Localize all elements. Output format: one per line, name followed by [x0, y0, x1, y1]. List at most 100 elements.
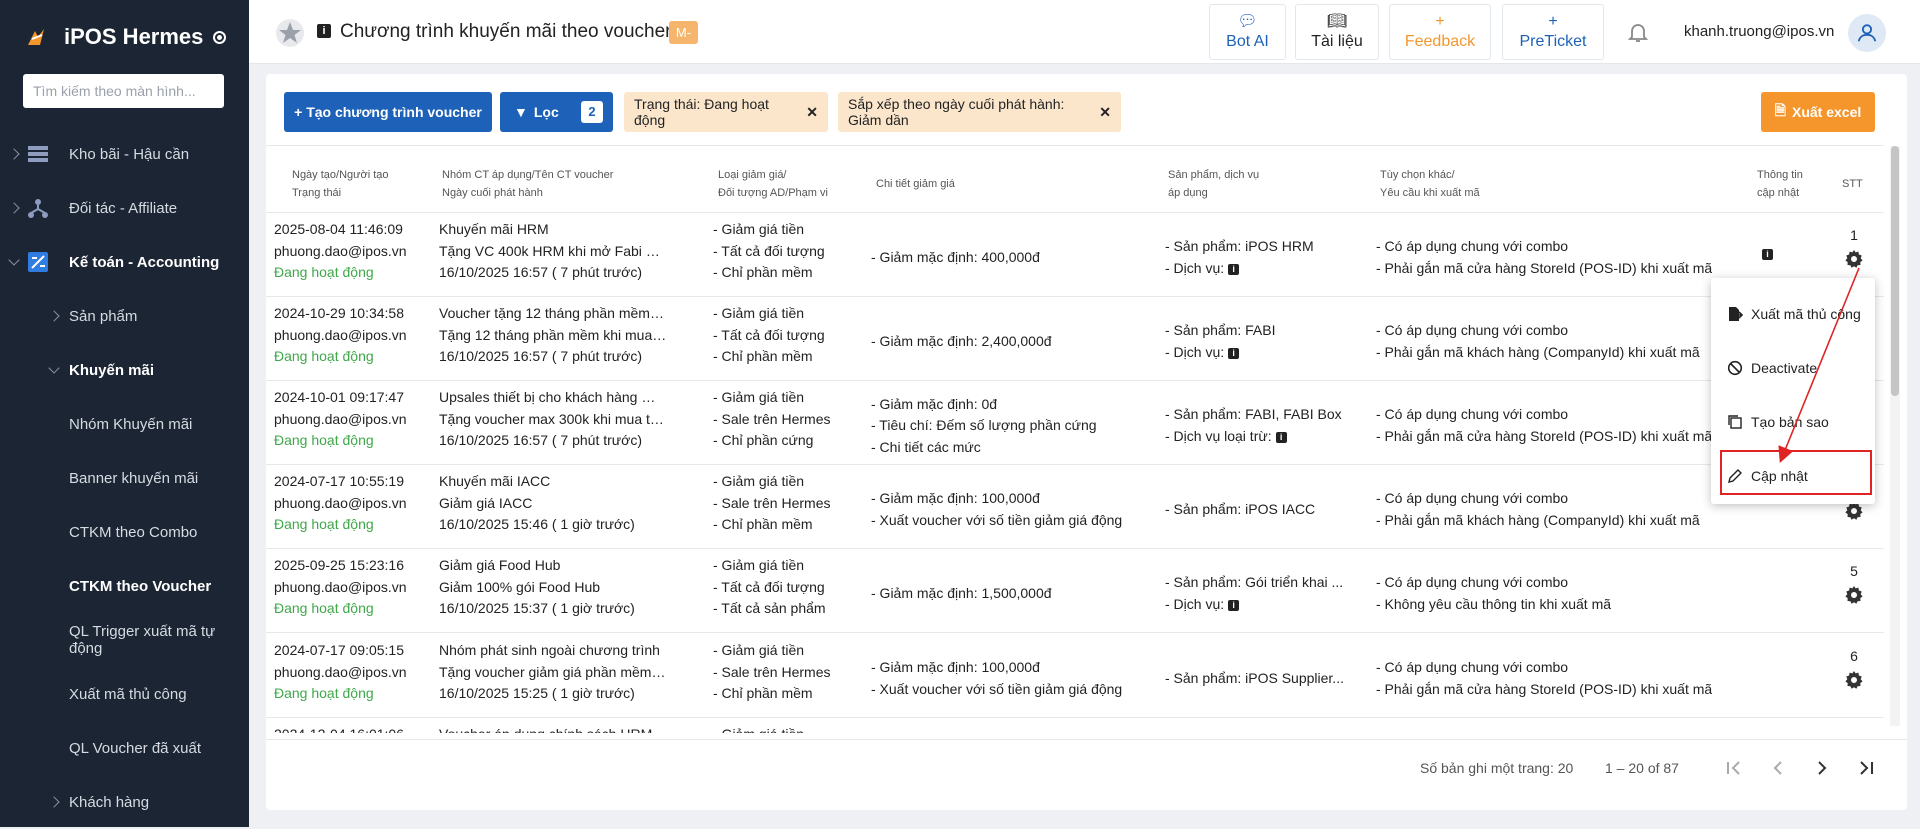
cell-line: - Chỉ phần mềm: [713, 348, 813, 364]
sidebar-item-ql-voucher[interactable]: QL Voucher đã xuất: [0, 721, 249, 775]
avatar[interactable]: [1848, 14, 1886, 52]
info-icon[interactable]: i: [317, 24, 331, 38]
status-text: Đang hoạt động: [274, 685, 374, 701]
gear-icon[interactable]: [1844, 585, 1864, 605]
gear-icon[interactable]: [1844, 670, 1864, 690]
info-icon[interactable]: i: [1228, 263, 1240, 275]
gear-icon[interactable]: [1844, 249, 1864, 269]
menu-item-export-code[interactable]: Xuất mã thủ công: [1711, 292, 1875, 336]
close-icon[interactable]: ✕: [806, 104, 818, 121]
menu-item-duplicate[interactable]: Tạo bản sao: [1711, 400, 1875, 444]
export-excel-button[interactable]: 🗎︎ Xuất excel: [1761, 92, 1875, 132]
menu-item-deactivate[interactable]: Deactivate: [1711, 346, 1875, 390]
sidebar-item-khach-hang[interactable]: Khách hàng: [0, 775, 249, 829]
bell-icon[interactable]: [1626, 20, 1650, 44]
sidebar-item-label: QL Trigger xuất mã tự động: [69, 623, 216, 657]
create-voucher-button[interactable]: + Tạo chương trình voucher: [284, 92, 492, 132]
export-excel-label: Xuất excel: [1792, 104, 1862, 120]
filter-chip-sort[interactable]: Sắp xếp theo ngày cuối phát hành: Giảm d…: [838, 92, 1121, 132]
topbar: i Chương trình khuyến mãi theo voucher M…: [249, 0, 1920, 64]
cell-line: - Phải gắn mã cửa hàng StoreId (POS-ID) …: [1376, 680, 1713, 697]
rows-per-page[interactable]: Số bản ghi một trang: 20: [1420, 760, 1573, 776]
cell-line: 16/10/2025 15:46 ( 1 giờ trước): [439, 516, 635, 532]
filter-icon: ▼: [514, 104, 528, 120]
storage-icon: [28, 146, 48, 162]
cell-line: - Chỉ phần cứng: [713, 432, 814, 448]
sidebar-item-ctkm-combo[interactable]: CTKM theo Combo: [0, 505, 249, 559]
pagination: Số bản ghi một trang: 20 1 – 20 of 87: [266, 739, 1907, 789]
cell-line: - Có áp dụng chung với combo: [1376, 659, 1569, 676]
sidebar-item-ke-toan[interactable]: Kế toán - Accounting: [0, 235, 249, 289]
column-header[interactable]: Sản phẩm, dịch vụ áp dụng: [1168, 166, 1259, 202]
voucher-name-link[interactable]: Tặng voucher max 300k khi mua thi...: [439, 409, 667, 431]
info-icon[interactable]: i: [1228, 599, 1240, 611]
voucher-name-link[interactable]: Giảm 100% gói Food Hub: [439, 577, 667, 599]
bot-ai-button[interactable]: 💬︎ Bot AI: [1209, 4, 1286, 60]
info-icon[interactable]: i: [1275, 431, 1287, 443]
column-header[interactable]: Chi tiết giảm giá: [876, 175, 955, 193]
cell-line: - Sale trên Hermes: [713, 410, 831, 427]
cell-line: - Không yêu cầu thông tin khi xuất mã: [1376, 595, 1612, 612]
block-icon: [1727, 360, 1743, 376]
info-icon[interactable]: i: [1228, 347, 1240, 359]
row-number: 1: [1850, 227, 1858, 243]
sidebar-item-kho-bai[interactable]: Kho bãi - Hậu cần: [0, 127, 249, 181]
preticket-label: PreTicket: [1519, 32, 1587, 50]
status-text: Đang hoạt động: [274, 264, 374, 280]
cell-line: - Sale trên Hermes: [713, 494, 831, 511]
voucher-name-link[interactable]: Giảm giá IACC: [439, 493, 667, 515]
last-page-icon[interactable]: [1854, 756, 1878, 780]
sidebar-search-input[interactable]: [23, 74, 224, 108]
brand[interactable]: iPOS Hermes: [24, 22, 227, 52]
cell-line: phuong.dao@ipos.vn: [274, 242, 407, 259]
status-text: Đang hoạt động: [274, 516, 374, 532]
column-header[interactable]: Thông tin cập nhật: [1757, 166, 1803, 202]
sidebar-item-xuat-ma[interactable]: Xuất mã thủ công: [0, 667, 249, 721]
prev-page-icon[interactable]: [1766, 756, 1790, 780]
tai-lieu-button[interactable]: 📖︎ Tài liệu: [1295, 4, 1379, 60]
sidebar-item-ctkm-voucher[interactable]: CTKM theo Voucher: [0, 559, 249, 613]
cell-line: - Tất cả sản phẩm: [713, 600, 826, 616]
filter-button[interactable]: ▼ Lọc 2: [500, 92, 613, 132]
column-header[interactable]: Tùy chọn khác/Yêu cầu khi xuất mã: [1380, 166, 1480, 202]
column-header[interactable]: STT: [1842, 175, 1863, 193]
cell-line: - Có áp dụng chung với combo: [1376, 238, 1569, 255]
voucher-name-link[interactable]: Tặng voucher giảm giá phần mềm (...: [439, 662, 667, 684]
cell-line: 2024-10-01 09:17:47: [274, 389, 404, 405]
sidebar-item-ql-trigger[interactable]: QL Trigger xuất mã tự động: [0, 613, 249, 667]
column-header[interactable]: Nhóm CT áp dụng/Tên CT voucher Ngày cuối …: [442, 166, 613, 202]
cell-line: - Chi tiết các mức: [871, 438, 981, 455]
voucher-name-link[interactable]: Tặng 12 tháng phần mềm khi mua 1...: [439, 325, 667, 347]
close-icon[interactable]: ✕: [1099, 104, 1111, 121]
sidebar-item-label: Khách hàng: [69, 793, 150, 811]
sidebar-item-san-pham[interactable]: Sản phẩm: [0, 289, 249, 343]
cell-line: - Có áp dụng chung với combo: [1376, 406, 1569, 423]
feedback-button[interactable]: + Feedback: [1389, 4, 1491, 60]
cell-line: Voucher tặng 12 tháng phần mềm F...: [439, 305, 667, 321]
first-page-icon[interactable]: [1722, 756, 1746, 780]
chevron-right-icon: [48, 310, 60, 322]
filter-chip-status[interactable]: Trạng thái: Đang hoạt động ✕: [624, 92, 828, 132]
scrollbar-thumb[interactable]: [1891, 146, 1899, 396]
bot-ai-label: Bot AI: [1226, 32, 1269, 50]
sidebar-item-khuyen-mai[interactable]: Khuyến mãi: [0, 343, 249, 397]
info-icon[interactable]: i: [1762, 249, 1773, 260]
radio-icon[interactable]: [213, 30, 227, 44]
cell-line: - Giảm mặc định: 1,500,000đ: [871, 585, 1052, 601]
cell-line: - Giảm mặc định: 400,000đ: [871, 249, 1040, 265]
user-email[interactable]: khanh.truong@ipos.vn: [1684, 23, 1834, 40]
sidebar-item-nhom-km[interactable]: Nhóm Khuyến mãi: [0, 397, 249, 451]
voucher-name-link[interactable]: Tặng VC 400k HRM khi mở Fabi mới: [439, 241, 667, 263]
gear-icon[interactable]: [1844, 501, 1864, 521]
next-page-icon[interactable]: [1810, 756, 1834, 780]
sidebar-item-doi-tac[interactable]: Đối tác - Affiliate: [0, 181, 249, 235]
status-text: Đang hoạt động: [274, 600, 374, 616]
preticket-button[interactable]: + PreTicket: [1502, 4, 1604, 60]
column-header[interactable]: Ngày tạo/Người tạo Trạng thái: [292, 166, 389, 202]
sidebar-item-banner-km[interactable]: Banner khuyến mãi: [0, 451, 249, 505]
sidebar-nav: Kho bãi - Hậu cần Đối tác - Affiliate Kế…: [0, 127, 249, 829]
cell-line: 2025-08-04 11:46:09: [274, 221, 403, 237]
cell-line: - Sản phẩm: FABI, FABI Box: [1165, 406, 1342, 423]
column-header[interactable]: Loại giảm giá/Đối tượng AD/Phạm vi: [718, 166, 828, 202]
scrollbar[interactable]: [1890, 146, 1900, 726]
